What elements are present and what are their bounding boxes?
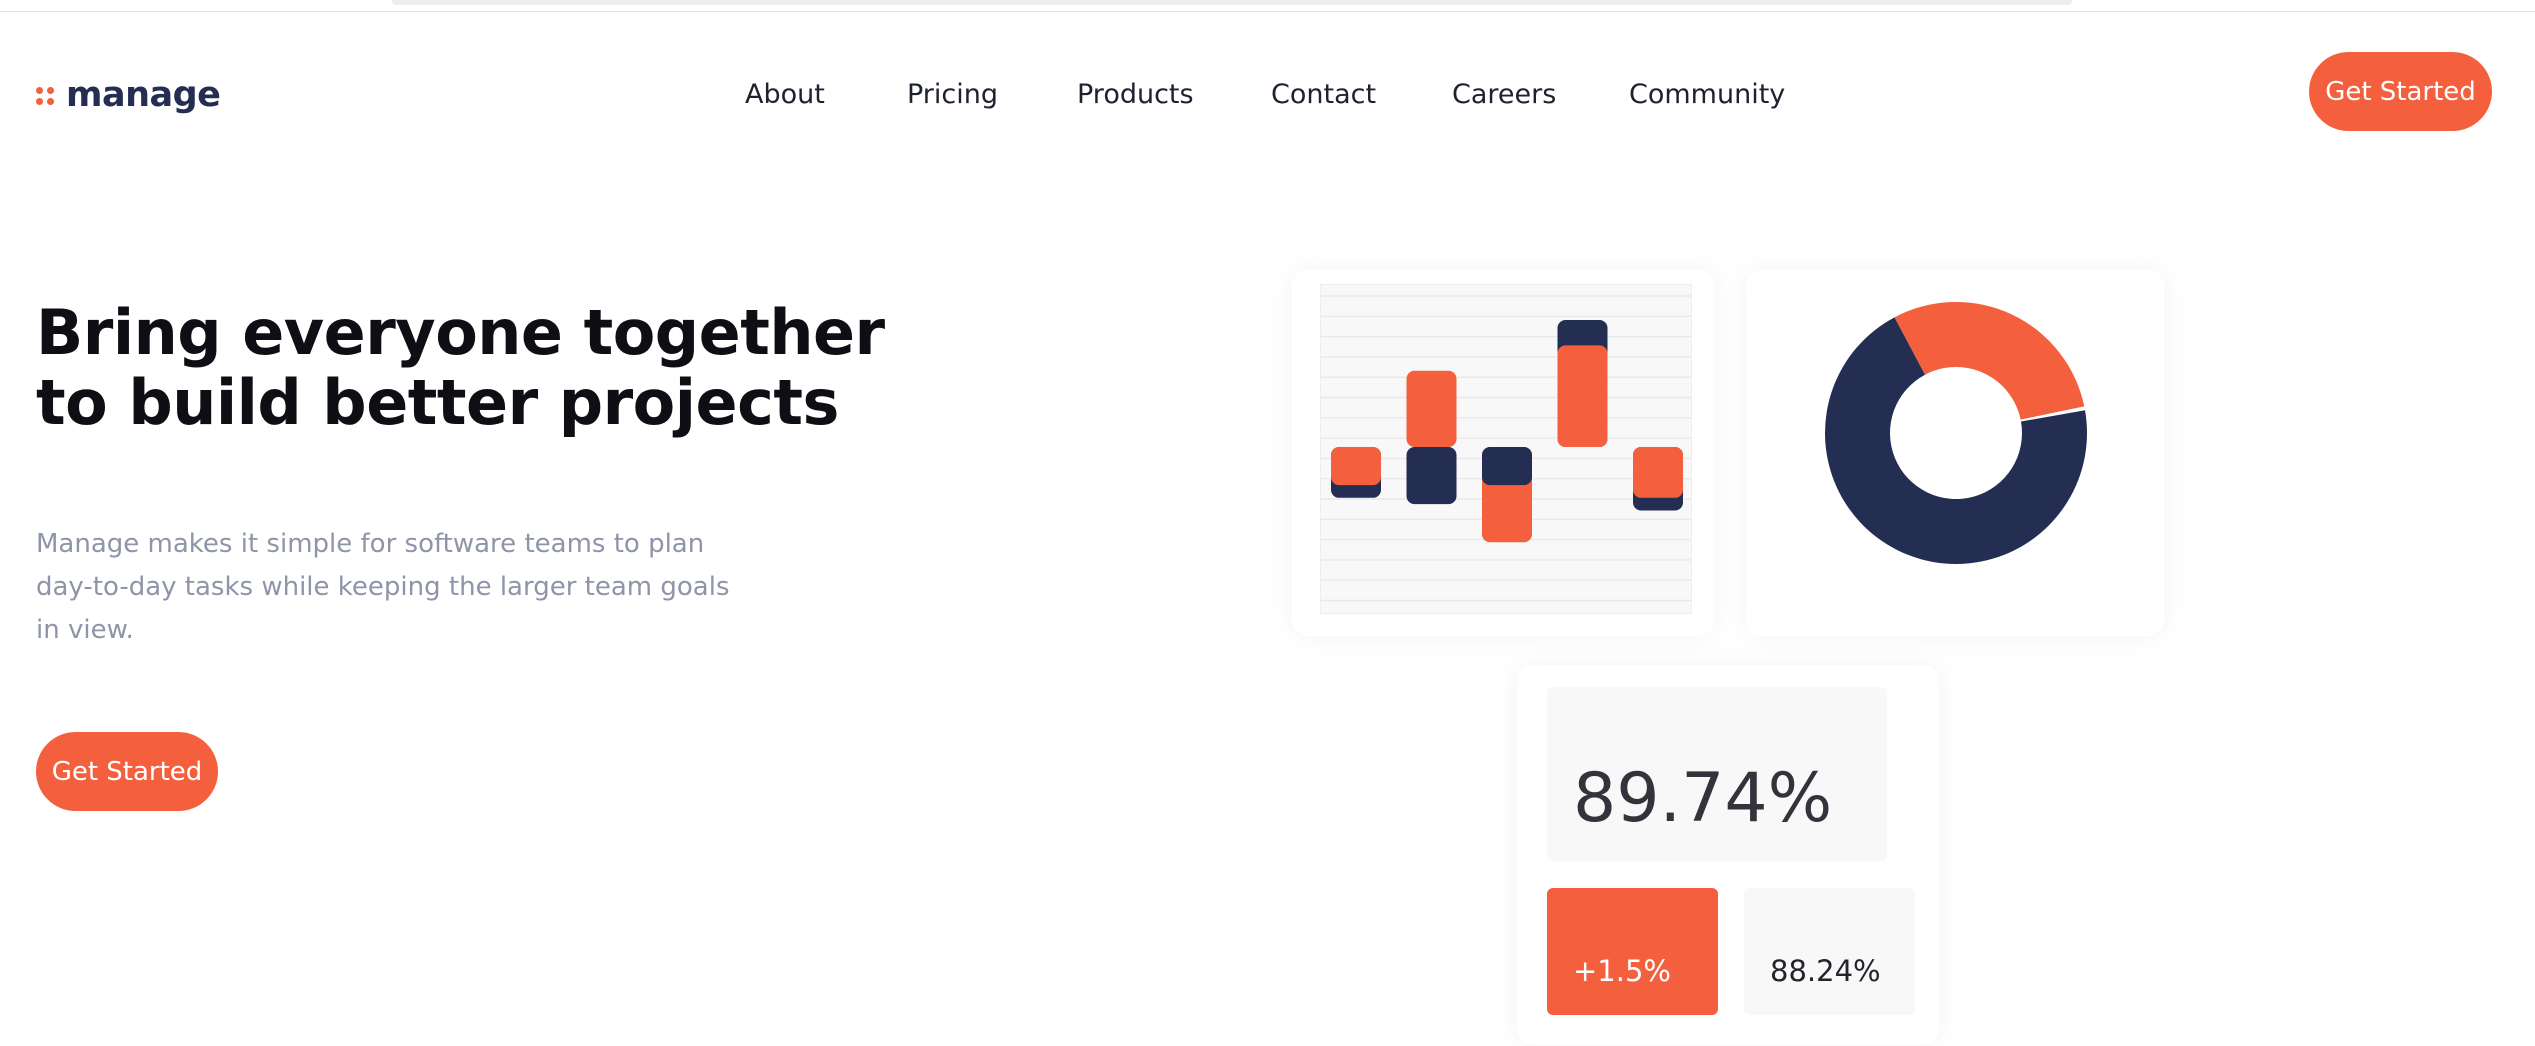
hero-description: Manage makes it simple for software team… xyxy=(36,523,736,652)
nav-products[interactable]: Products xyxy=(1077,70,1194,120)
logo-text: manage xyxy=(66,75,221,115)
bar-segment xyxy=(1406,370,1457,447)
secondary-stat-panel: 88.24% xyxy=(1744,888,1915,1015)
main-stat-panel: 89.74% xyxy=(1547,687,1887,861)
browser-tab-bar xyxy=(392,0,2072,5)
header-get-started-button[interactable]: Get Started xyxy=(2309,52,2492,131)
hero-description-line: in view. xyxy=(36,615,134,645)
bar-segment xyxy=(1557,345,1608,447)
change-stat-panel: +1.5% xyxy=(1547,888,1718,1015)
nav-community[interactable]: Community xyxy=(1629,70,1785,120)
hero-get-started-button[interactable]: Get Started xyxy=(36,732,218,811)
hero-description-line: day-to-day tasks while keeping the large… xyxy=(36,572,730,602)
nav-careers[interactable]: Careers xyxy=(1452,70,1556,120)
bar-segment xyxy=(1482,447,1532,486)
logo-dots-icon xyxy=(36,85,54,105)
hero-title: Bring everyone together to build better … xyxy=(36,298,936,438)
hero-title-line: Bring everyone together xyxy=(36,296,885,369)
donut-chart-card xyxy=(1746,270,2164,636)
nav-pricing[interactable]: Pricing xyxy=(907,70,998,120)
bar-segment xyxy=(1633,447,1683,498)
bar-chart xyxy=(1320,284,1692,614)
main-stat-value: 89.74% xyxy=(1573,759,1833,838)
donut-slice xyxy=(1894,302,2085,420)
bar-segment xyxy=(1406,447,1457,505)
donut-chart xyxy=(1825,302,2087,564)
bar-segment xyxy=(1331,447,1381,486)
change-stat-value: +1.5% xyxy=(1573,954,1671,988)
hero-title-line: to build better projects xyxy=(36,366,839,439)
nav-contact[interactable]: Contact xyxy=(1271,70,1376,120)
nav-about[interactable]: About xyxy=(745,70,825,120)
logo[interactable]: manage xyxy=(36,70,221,120)
hero-description-line: Manage makes it simple for software team… xyxy=(36,529,705,559)
secondary-stat-value: 88.24% xyxy=(1770,954,1881,988)
browser-top-strip xyxy=(0,0,2535,12)
bar-chart-card xyxy=(1292,270,1714,636)
stats-card: 89.74% +1.5% 88.24% xyxy=(1517,665,1939,1045)
